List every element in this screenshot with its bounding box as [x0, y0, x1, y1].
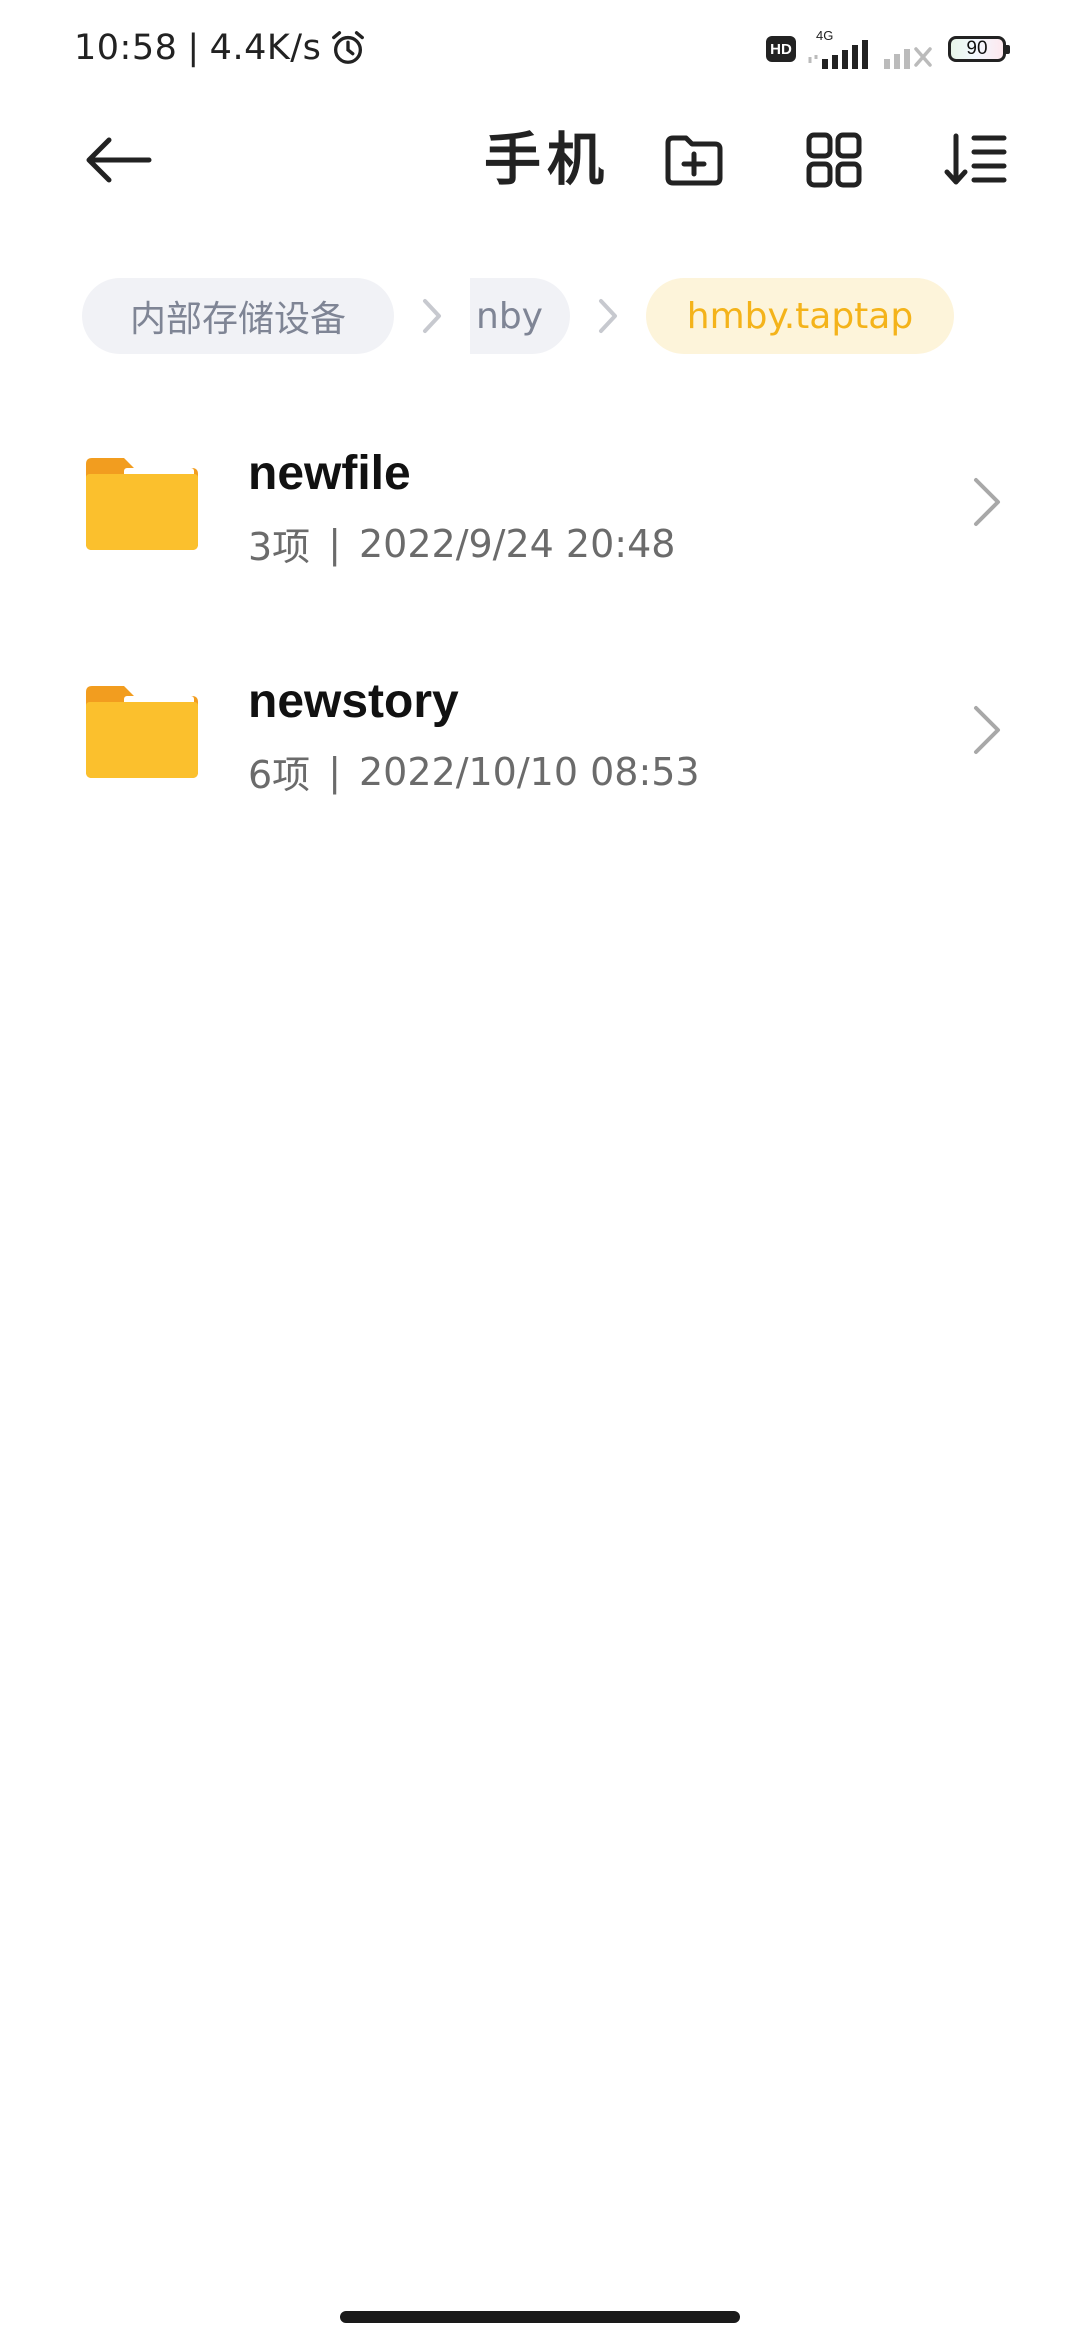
- breadcrumb-item-root[interactable]: 内部存储设备: [82, 278, 394, 354]
- sort-button[interactable]: [940, 124, 1012, 196]
- meta-separator: |: [328, 521, 341, 566]
- modified-date: 2022/9/24 20:48: [359, 521, 676, 566]
- chevron-right-icon: [423, 299, 441, 333]
- folder-icon: [86, 686, 198, 778]
- hd-badge: HD: [766, 36, 796, 62]
- status-bar: 10:58 | 4.4K/s HD 4G 90: [0, 0, 1080, 96]
- home-indicator[interactable]: [340, 2311, 740, 2323]
- back-button[interactable]: [82, 124, 154, 196]
- chevron-right-icon: [599, 299, 617, 333]
- status-separator: |: [187, 28, 200, 68]
- breadcrumb-item-parent[interactable]: nby: [470, 278, 570, 354]
- file-meta: 3项 | 2022/9/24 20:48: [248, 516, 675, 571]
- breadcrumb-item-current[interactable]: hmby.taptap: [646, 278, 954, 354]
- chevron-right-icon: [974, 478, 1000, 526]
- breadcrumb-separator: [570, 278, 646, 354]
- file-name: newstory: [248, 675, 459, 728]
- status-right: HD 4G 90: [766, 26, 1010, 72]
- folder-icon: [86, 458, 198, 550]
- signal-4g-icon: 4G: [808, 28, 868, 69]
- arrow-left-icon: [86, 137, 152, 183]
- file-name: newfile: [248, 447, 411, 500]
- modified-date: 2022/10/10 08:53: [359, 749, 700, 794]
- list-item[interactable]: newfile 3项 | 2022/9/24 20:48: [0, 420, 1080, 648]
- grid-view-icon: [806, 132, 862, 188]
- page-title: 手机: [484, 127, 610, 193]
- new-folder-button[interactable]: [658, 124, 730, 196]
- alarm-clock-icon: [332, 31, 365, 64]
- network-speed: 4.4K/s: [209, 28, 322, 68]
- meta-separator: |: [328, 749, 341, 794]
- sort-icon: [944, 133, 1007, 185]
- breadcrumb-separator: [394, 278, 470, 354]
- status-left: 10:58 | 4.4K/s: [74, 22, 367, 74]
- chevron-right-icon: [974, 706, 1000, 754]
- file-meta: 6项 | 2022/10/10 08:53: [248, 744, 700, 799]
- network-type-label: 4G: [816, 28, 833, 43]
- battery-indicator: 90: [948, 36, 1010, 62]
- breadcrumb: 内部存储设备 nby hmby.taptap: [82, 278, 1080, 354]
- item-count: 6项: [248, 753, 311, 797]
- file-list: newfile 3项 | 2022/9/24 20:48 newstory 6项…: [0, 420, 1080, 876]
- toolbar: 手机: [0, 110, 1080, 210]
- grid-view-button[interactable]: [798, 124, 870, 196]
- status-time: 10:58: [74, 28, 178, 68]
- item-count: 3项: [248, 525, 311, 569]
- signal-no-service-icon: [884, 47, 932, 69]
- list-item[interactable]: newstory 6项 | 2022/10/10 08:53: [0, 648, 1080, 876]
- folder-plus-icon: [665, 135, 723, 186]
